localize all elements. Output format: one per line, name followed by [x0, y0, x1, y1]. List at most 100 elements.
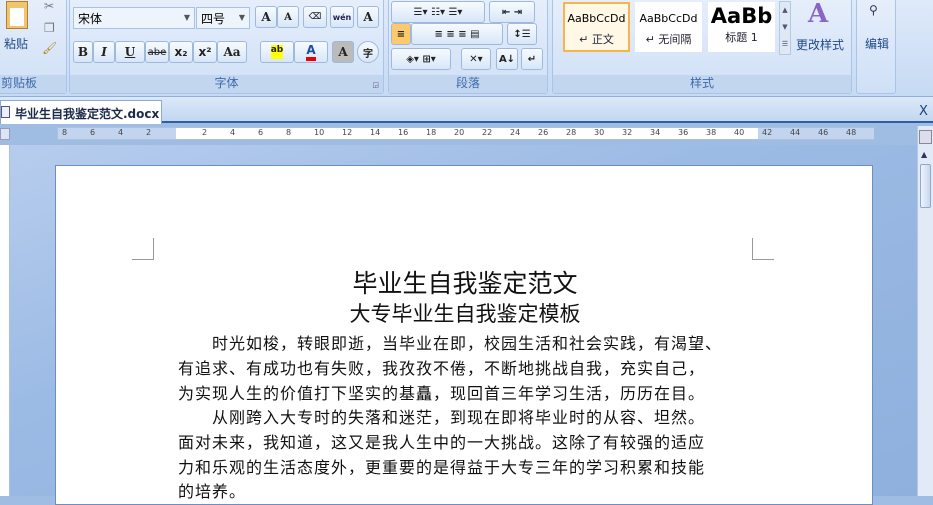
style-preview: AaBbCcDd [567, 12, 626, 25]
ruler-tick: 8 [62, 128, 68, 137]
view-ruler-button[interactable] [919, 130, 932, 144]
ruler-tick: 12 [342, 128, 353, 137]
editing-button[interactable]: 编辑 [865, 35, 889, 52]
change-styles-icon: A [808, 0, 829, 29]
asian-layout-button[interactable]: ✕▾ [461, 48, 491, 70]
styles-group: AaBbCcDd ↵ 正文 AaBbCcDd ↵ 无间隔 AaBb 标题 1 ▲ ▼ ☰ … [552, 0, 852, 94]
list-buttons[interactable]: ☰▾ ☷▾ ☰▾ [391, 1, 485, 23]
dialog-launcher-icon[interactable]: ◲ [372, 81, 379, 89]
font-size-value: 四号 [201, 12, 226, 26]
ruler-tick: 14 [370, 128, 381, 137]
enclose-char-button[interactable]: 字 [357, 41, 379, 63]
align-buttons[interactable]: ≡ ≡ ≡ ▤ [411, 23, 503, 45]
change-case-button[interactable]: Aa [217, 41, 247, 63]
show-marks-button[interactable]: ↵ [521, 48, 543, 70]
shrink-font-button[interactable]: A [277, 6, 299, 28]
ruler-tick: 4 [118, 128, 124, 137]
sort-button[interactable]: A↓ [496, 48, 518, 70]
ruler-tick: 40 [734, 128, 745, 137]
indent-buttons[interactable]: ⇤ ⇥ [489, 1, 535, 23]
ruler-tick: 10 [314, 128, 325, 137]
style-tile-normal[interactable]: AaBbCcDd ↵ 正文 [563, 2, 630, 52]
ruler-tick: 28 [566, 128, 577, 137]
paragraph-group-label: 段落 [455, 76, 480, 90]
ruler-tick: 48 [846, 128, 857, 137]
paste-icon [6, 1, 28, 29]
ruler-tick: 18 [426, 128, 437, 137]
ruler-tick: 26 [538, 128, 549, 137]
scroll-thumb[interactable] [920, 164, 931, 208]
ruler-tick: 36 [678, 128, 689, 137]
scroll-up-arrow[interactable]: ▲ [921, 150, 927, 159]
line-spacing-button[interactable]: ↕☰ [507, 23, 537, 45]
cut-icon[interactable]: ✂ [44, 0, 54, 13]
char-shading-button[interactable]: A [332, 41, 354, 63]
close-document-button[interactable]: X [919, 104, 928, 119]
style-tile-no-spacing[interactable]: AaBbCcDd ↵ 无间隔 [635, 2, 702, 52]
style-name: ↵ 无间隔 [645, 33, 692, 46]
ruler-tick: 46 [818, 128, 829, 137]
paragraph-group: ☰▾ ☷▾ ☰▾ ⇤ ⇥ ≡ ≡ ≡ ≡ ▤ ↕☰ ◈▾ ⊞▾ ✕▾ A↓ ↵ … [388, 0, 548, 94]
body-line: 面对未来，我知道，这又是我人生中的一大挑战。这除了有较强的适应 [178, 433, 706, 452]
document-tab-title: 毕业生自我鉴定范文.docx [15, 107, 160, 121]
ruler-tick: 16 [398, 128, 409, 137]
clear-format-button[interactable]: ⌫ [303, 6, 327, 28]
vertical-ruler[interactable] [0, 145, 10, 496]
vertical-scrollbar[interactable]: ▲ [917, 126, 933, 496]
styles-scrollbar[interactable]: ▲ ▼ ☰ [779, 1, 791, 55]
body-line: 力和乐观的生活态度外，更重要的是得益于大专三年的学习积累和技能 [178, 458, 706, 477]
word-doc-icon [1, 106, 10, 118]
copy-icon[interactable]: ❐ [44, 21, 55, 35]
char-border-button[interactable]: A [357, 6, 379, 28]
ruler-tick: 32 [622, 128, 633, 137]
style-tile-heading1[interactable]: AaBb 标题 1 [708, 2, 775, 52]
font-group-label: 字体 [214, 76, 239, 90]
ruler-tick: 24 [510, 128, 521, 137]
clipboard-label: 剪贴板 [1, 76, 38, 90]
font-color-button[interactable]: A [294, 41, 328, 63]
body-line: 的培养。 [178, 482, 247, 501]
underline-button[interactable]: U [115, 41, 145, 63]
shading-border-buttons[interactable]: ◈▾ ⊞▾ [391, 48, 451, 70]
italic-button[interactable]: I [93, 41, 115, 63]
strikethrough-button[interactable]: abe [145, 41, 169, 63]
grow-font-button[interactable]: A [255, 6, 277, 28]
editing-group: ⚲ 编辑 [856, 0, 896, 94]
font-name-select[interactable]: 宋体 ▼ [73, 7, 195, 29]
body-line: 从刚跨入大专时的失落和迷茫，到现在即将毕业时的从容、坦然。 [178, 408, 706, 427]
subscript-button[interactable]: x₂ [169, 41, 193, 63]
ruler-tick: 2 [202, 128, 208, 137]
document-title: 毕业生自我鉴定范文 [352, 269, 578, 298]
body-line: 有追求、有成功也有失败，我孜孜不倦，不断地挑战自我，充实自己， [178, 359, 706, 378]
margin-corner [752, 238, 774, 260]
ruler-tick: 30 [594, 128, 605, 137]
font-size-select[interactable]: 四号 ▼ [196, 7, 250, 29]
document-tab[interactable]: 毕业生自我鉴定范文.docx [0, 100, 162, 124]
change-styles-button[interactable]: 更改样式 [796, 36, 844, 53]
style-name: ↵ 正文 [579, 33, 614, 46]
bold-button[interactable]: B [73, 41, 93, 63]
align-left-button[interactable]: ≡ [391, 23, 411, 45]
style-name: 标题 1 [725, 31, 758, 44]
clipboard-group: 粘贴 ✂ ❐ 🖌 剪贴板 [0, 0, 67, 94]
superscript-button[interactable]: x² [193, 41, 217, 63]
ruler-toggle-icon[interactable] [0, 128, 10, 140]
phonetic-guide-button[interactable]: wén [330, 6, 354, 28]
styles-group-label: 样式 [689, 76, 714, 90]
ruler-tick: 4 [230, 128, 236, 137]
body-line: 时光如梭，转眼即逝，当毕业在即，校园生活和社会实践，有渴望、 [178, 334, 723, 353]
paste-button[interactable]: 粘贴 [4, 35, 28, 52]
font-name-value: 宋体 [78, 12, 103, 26]
find-icon: ⚲ [869, 3, 878, 17]
ruler-tick: 38 [706, 128, 717, 137]
font-group: 宋体 ▼ 四号 ▼ A A ⌫ wén A B I U abe x₂ x² Aa a… [69, 0, 384, 94]
body-line: 为实现人生的价值打下坚实的基矗，现回首三年学习生活，历历在目。 [178, 384, 706, 403]
highlight-color-button[interactable]: ab [260, 41, 294, 63]
document-subtitle: 大专毕业生自我鉴定模板 [349, 302, 581, 326]
margin-corner [132, 238, 154, 260]
style-preview: AaBb [710, 4, 773, 28]
format-painter-icon[interactable]: 🖌 [42, 41, 57, 55]
document-page[interactable]: 毕业生自我鉴定范文 大专毕业生自我鉴定模板 时光如梭，转眼即逝，当毕业在即，校园… [55, 165, 873, 505]
horizontal-ruler[interactable]: 8 6 4 2 2 4 6 8 10 12 14 16 18 20 22 24 26 28 30 32 34 36 38 40… [57, 127, 874, 140]
ruler-tick: 8 [286, 128, 292, 137]
